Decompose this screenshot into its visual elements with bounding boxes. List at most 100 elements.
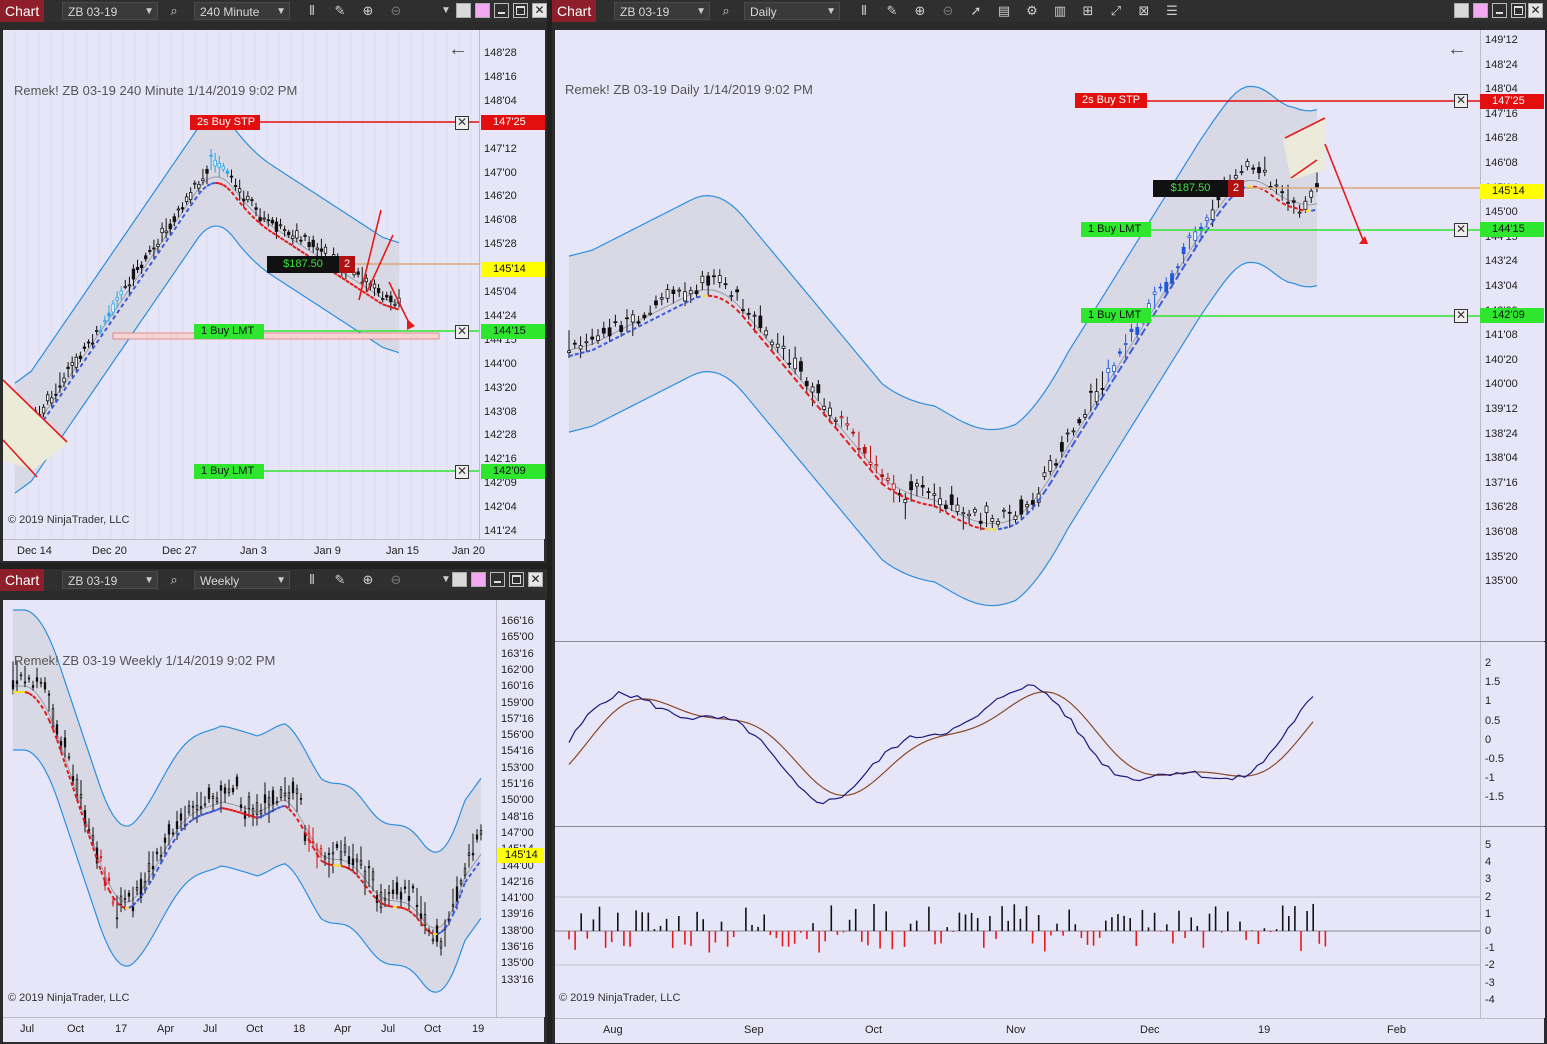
instrument-selector[interactable]: ZB 03-19 ▼ (62, 571, 158, 589)
search-icon[interactable]: ⌕ (166, 3, 182, 19)
strategies-icon[interactable]: ⚙ (1024, 3, 1040, 19)
period-selector[interactable]: Daily ▼ (744, 2, 840, 20)
search-icon[interactable]: ⌕ (166, 572, 182, 588)
instrument-selector[interactable]: ZB 03-19 ▼ (614, 2, 710, 20)
candle-body (270, 219, 275, 224)
bars-icon[interactable]: ⫴ (304, 572, 320, 588)
zoom-out-icon[interactable]: ⊖ (388, 572, 404, 588)
order-label-buy-lmt[interactable]: 1 Buy LMT (1081, 222, 1151, 237)
position-pnl[interactable]: $187.50 (1153, 180, 1228, 197)
minimize-icon[interactable] (1492, 3, 1507, 18)
minimize-icon[interactable] (494, 3, 509, 18)
candle-body (205, 168, 209, 174)
back-arrow-icon[interactable]: ← (448, 38, 468, 61)
chart-tab[interactable]: Chart (552, 0, 597, 22)
pencil-icon[interactable]: ✎ (332, 3, 348, 19)
axis-tick-label: 148'24 (1485, 58, 1518, 71)
candle-body (107, 312, 111, 317)
candle-body (152, 247, 156, 250)
time-axis[interactable]: Jul Oct 17 Apr Jul Oct 18 Apr Jul Oct 19 (3, 1017, 544, 1042)
candle-body (1315, 183, 1319, 188)
maximize-icon[interactable] (513, 3, 528, 18)
cancel-order-icon[interactable]: ✕ (455, 465, 469, 479)
candle-body (459, 880, 463, 885)
pencil-icon[interactable]: ✎ (884, 3, 900, 19)
dropdown-icon[interactable]: ▼ (438, 3, 454, 19)
period-selector[interactable]: 240 Minute ▼ (194, 2, 290, 20)
order-label-buy-lmt[interactable]: 1 Buy LMT (194, 324, 264, 339)
price-panel[interactable]: Remek! ZB 03-19 Weekly 1/14/2019 9:02 PM… (3, 600, 496, 1017)
link-color-icon[interactable] (471, 572, 486, 587)
axis-tick-label: 140'00 (1485, 378, 1518, 391)
color-swatch-icon[interactable] (452, 572, 467, 587)
color-swatch-icon[interactable] (456, 3, 471, 18)
close-icon[interactable]: ✕ (532, 3, 547, 18)
zoom-in-icon[interactable]: ⊕ (912, 3, 928, 19)
candle-body (262, 217, 266, 220)
link-color-icon[interactable] (475, 3, 490, 18)
cursor-icon[interactable]: ➚ (968, 3, 984, 19)
candle-body (1071, 430, 1076, 433)
price-panel[interactable]: Remek! ZB 03-19 240 Minute 1/14/2019 9:0… (3, 30, 479, 539)
indicators-icon[interactable]: ⊞ (1080, 3, 1096, 19)
close-icon[interactable]: ✕ (528, 572, 543, 587)
order-label-buy-lmt[interactable]: 1 Buy LMT (1081, 308, 1151, 323)
zoom-in-icon[interactable]: ⊕ (360, 3, 376, 19)
templates-icon[interactable]: ▥ (1052, 3, 1068, 19)
cancel-order-icon[interactable]: ✕ (1454, 94, 1468, 108)
properties-icon[interactable]: ▤ (996, 3, 1012, 19)
link-color-icon[interactable] (1473, 3, 1488, 18)
order-label-buy-stp[interactable]: 2s Buy STP (190, 115, 260, 130)
candle-body (82, 346, 87, 349)
period-selector[interactable]: Weekly ▼ (194, 571, 290, 589)
trend-icon[interactable]: ⤢ (1108, 3, 1124, 19)
order-label-buy-stp[interactable]: 2s Buy STP (1075, 93, 1147, 108)
cancel-order-icon[interactable]: ✕ (1454, 309, 1468, 323)
price-axis[interactable]: 166'16 165'00 163'16 162'00 160'16 159'00 157'… (496, 600, 545, 1017)
histogram-axis[interactable]: 5 4 3 2 1 0 -1 -2 -3 -4 (1480, 827, 1545, 1018)
back-arrow-icon[interactable]: ← (1447, 38, 1467, 61)
price-axis[interactable]: 148'28 148'16 148'04 147'25 147'12 147'00 146'… (479, 30, 545, 539)
time-axis[interactable]: Dec 14 Dec 20 Dec 27 Jan 3 Jan 9 Jan 15 Jan 20 (3, 539, 544, 561)
candle-body (746, 312, 751, 315)
oscillator-panel[interactable] (555, 642, 1480, 826)
minimize-icon[interactable] (490, 572, 505, 587)
cancel-order-icon[interactable]: ✕ (455, 116, 469, 130)
chart-tab[interactable]: Chart (0, 569, 45, 591)
position-qty[interactable]: 2 (1228, 180, 1244, 197)
chevron-down-icon: ▼ (276, 6, 286, 17)
cancel-order-icon[interactable]: ✕ (455, 325, 469, 339)
axis-tick-label: 165'00 (501, 631, 534, 644)
time-axis[interactable]: Aug Sep Oct Nov Dec 19 Feb (555, 1018, 1544, 1043)
axis-tick-label: 144'00 (484, 357, 517, 370)
zoom-in-icon[interactable]: ⊕ (360, 572, 376, 588)
pencil-icon[interactable]: ✎ (332, 572, 348, 588)
axis-tick-label: 1 (1485, 695, 1492, 708)
histogram-panel[interactable]: © 2019 NinjaTrader, LLC (555, 827, 1480, 1018)
search-icon[interactable]: ⌕ (718, 3, 734, 19)
candle-body (246, 195, 250, 201)
maximize-icon[interactable] (509, 572, 524, 587)
zoom-out-icon[interactable]: ⊖ (940, 3, 956, 19)
position-qty[interactable]: 2 (339, 256, 355, 273)
menu-icon[interactable]: ☰ (1164, 3, 1180, 19)
close-icon[interactable]: ✕ (1528, 3, 1543, 18)
bars-icon[interactable]: ⫴ (856, 3, 872, 19)
chart-tab[interactable]: Chart (0, 0, 45, 22)
cancel-order-icon[interactable]: ✕ (1454, 223, 1468, 237)
trend-midline (208, 810, 214, 814)
candle-body (475, 834, 479, 840)
bars-icon[interactable]: ⫴ (304, 3, 320, 19)
zoom-out-icon[interactable]: ⊖ (388, 3, 404, 19)
oscillator-axis[interactable]: 2 1.5 1 0.5 0 -0.5 -1 -1.5 (1480, 642, 1545, 826)
price-panel[interactable]: Remek! ZB 03-19 Daily 1/14/2019 9:02 PM … (555, 30, 1480, 641)
data-box-icon[interactable]: ⊠ (1136, 3, 1152, 19)
price-axis[interactable]: 149'12 148'24 148'04 147'16 146'28 146'08 145'… (1480, 30, 1545, 641)
candle-body (299, 239, 303, 242)
instrument-selector[interactable]: ZB 03-19 ▼ (62, 2, 158, 20)
candle-body (455, 886, 459, 902)
color-swatch-icon[interactable] (1454, 3, 1469, 18)
position-pnl[interactable]: $187.50 (267, 256, 339, 273)
maximize-icon[interactable] (1511, 3, 1526, 18)
order-label-buy-lmt[interactable]: 1 Buy LMT (194, 464, 264, 479)
